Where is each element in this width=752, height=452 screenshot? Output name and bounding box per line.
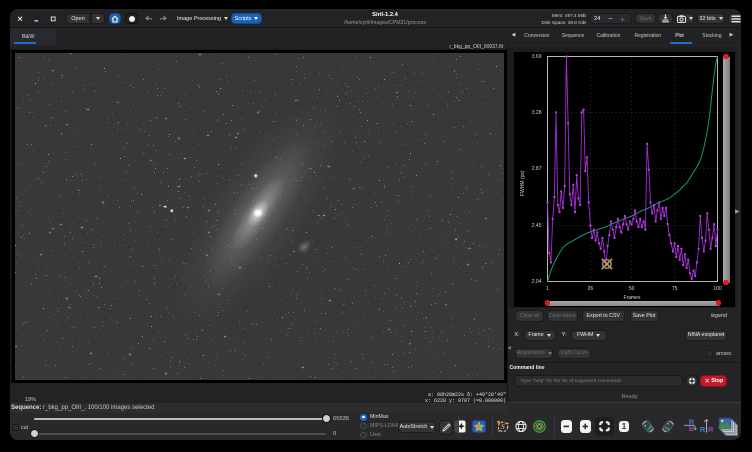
svg-text:R: R [700,425,706,433]
svg-text:S: S [501,423,505,431]
svg-text:R: R [708,425,714,433]
